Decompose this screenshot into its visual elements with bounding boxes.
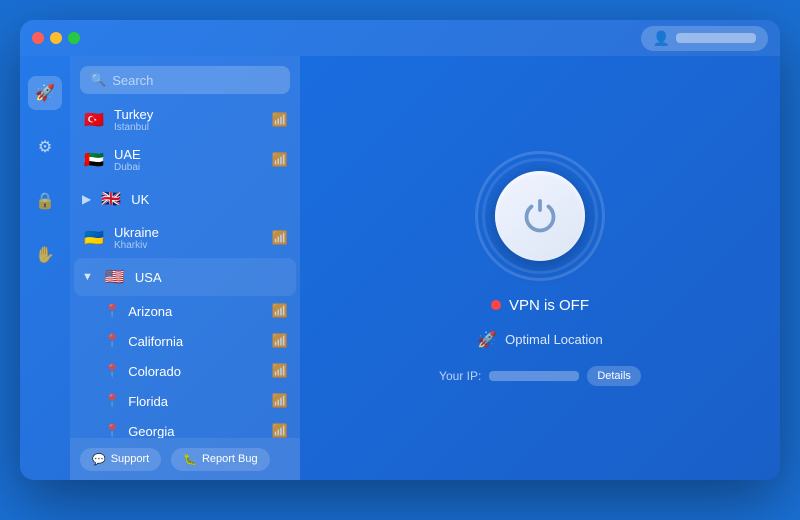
flag-uk: 🇬🇧 <box>99 187 123 211</box>
sidebar-item-adblocker[interactable]: ✋ <box>28 238 62 272</box>
location-item-georgia[interactable]: 📍 Georgia 📶 <box>74 416 296 438</box>
vpn-status-label: VPN is OFF <box>509 297 589 314</box>
report-bug-button[interactable]: 🐛 Report Bug <box>171 448 269 471</box>
signal-icon-california: 📶 <box>272 333 288 349</box>
user-badge[interactable]: 👤 <box>641 26 768 51</box>
flag-uae: 🇦🇪 <box>82 148 106 172</box>
pin-icon-georgia: 📍 <box>104 423 120 438</box>
location-item-colorado[interactable]: 📍 Colorado 📶 <box>74 356 296 386</box>
ip-label: Your IP: <box>439 369 481 383</box>
ip-address-masked <box>489 371 579 381</box>
pin-icon-arizona: 📍 <box>104 303 120 319</box>
signal-icon-ukraine: 📶 <box>272 230 288 246</box>
bug-icon: 🐛 <box>183 453 197 466</box>
sidebar-item-quick-connect[interactable]: 🚀 <box>28 76 62 110</box>
signal-icon-turkey: 📶 <box>272 112 288 128</box>
city-name-florida: Florida <box>128 394 264 409</box>
sidebar-item-settings[interactable]: ⚙ <box>28 130 62 164</box>
signal-icon-arizona: 📶 <box>272 303 288 319</box>
location-item-turkey[interactable]: 🇹🇷 Turkey Istanbul 📶 <box>74 100 296 140</box>
signal-icon-georgia: 📶 <box>272 423 288 438</box>
location-info-uae: UAE Dubai <box>114 147 264 173</box>
user-name-masked <box>676 33 756 43</box>
vpn-status: VPN is OFF <box>491 297 589 314</box>
city-name-colorado: Colorado <box>128 364 264 379</box>
location-item-usa[interactable]: ▼ 🇺🇸 USA <box>74 258 296 296</box>
optimal-location-label: Optimal Location <box>505 332 603 347</box>
flag-turkey: 🇹🇷 <box>82 108 106 132</box>
location-list: 🇹🇷 Turkey Istanbul 📶 🇦🇪 UAE Dubai 📶 <box>70 100 300 438</box>
traffic-lights <box>32 32 80 44</box>
support-icon: 💬 <box>92 453 106 466</box>
details-button[interactable]: Details <box>587 366 641 386</box>
search-bar: 🔍 <box>80 66 290 94</box>
close-button[interactable] <box>32 32 44 44</box>
location-item-uae[interactable]: 🇦🇪 UAE Dubai 📶 <box>74 140 296 180</box>
chevron-down-icon-usa: ▼ <box>82 271 93 283</box>
location-name-turkey: Turkey <box>114 107 264 122</box>
flag-ukraine: 🇺🇦 <box>82 226 106 250</box>
location-info-turkey: Turkey Istanbul <box>114 107 264 133</box>
location-item-ukraine[interactable]: 🇺🇦 Ukraine Kharkiv 📶 <box>74 218 296 258</box>
support-button[interactable]: 💬 Support <box>80 448 161 471</box>
location-sub-ukraine: Kharkiv <box>114 240 264 251</box>
support-label: Support <box>111 453 150 465</box>
app-body: 🚀 ⚙ 🔒 ✋ 🔍 🇹🇷 Turkey Istanbul <box>20 56 780 480</box>
ip-row: Your IP: Details <box>439 366 641 386</box>
location-name-uae: UAE <box>114 147 264 162</box>
pin-icon-florida: 📍 <box>104 393 120 409</box>
bottom-bar: 💬 Support 🐛 Report Bug <box>70 438 300 480</box>
minimize-button[interactable] <box>50 32 62 44</box>
location-name-uk: UK <box>131 192 288 207</box>
maximize-button[interactable] <box>68 32 80 44</box>
report-bug-label: Report Bug <box>202 453 258 465</box>
signal-icon-uae: 📶 <box>272 152 288 168</box>
right-panel: VPN is OFF 🚀 Optimal Location Your IP: D… <box>300 56 780 480</box>
rocket-icon-optimal: 🚀 <box>477 330 497 350</box>
power-ring <box>475 151 605 281</box>
city-name-california: California <box>128 334 264 349</box>
search-icon: 🔍 <box>90 72 106 88</box>
sidebar-item-privacy[interactable]: 🔒 <box>28 184 62 218</box>
location-item-uk[interactable]: ▶ 🇬🇧 UK <box>74 180 296 218</box>
search-input[interactable] <box>112 73 280 88</box>
chevron-right-icon-uk: ▶ <box>82 192 91 206</box>
power-button[interactable] <box>495 171 585 261</box>
location-sub-turkey: Istanbul <box>114 122 264 133</box>
location-name-ukraine: Ukraine <box>114 225 264 240</box>
location-sub-uae: Dubai <box>114 162 264 173</box>
sidebar-icons: 🚀 ⚙ 🔒 ✋ <box>20 56 70 480</box>
location-item-california[interactable]: 📍 California 📶 <box>74 326 296 356</box>
pin-icon-colorado: 📍 <box>104 363 120 379</box>
optimal-location[interactable]: 🚀 Optimal Location <box>477 330 602 350</box>
title-bar: 👤 <box>20 20 780 56</box>
location-name-usa: USA <box>135 270 288 285</box>
location-info-uk: UK <box>131 192 288 207</box>
city-name-arizona: Arizona <box>128 304 264 319</box>
city-name-georgia: Georgia <box>128 424 264 439</box>
app-window: 👤 🚀 ⚙ 🔒 ✋ 🔍 🇹🇷 T <box>20 20 780 480</box>
location-info-ukraine: Ukraine Kharkiv <box>114 225 264 251</box>
status-dot-off <box>491 300 501 310</box>
user-icon: 👤 <box>653 30 670 47</box>
pin-icon-california: 📍 <box>104 333 120 349</box>
location-item-arizona[interactable]: 📍 Arizona 📶 <box>74 296 296 326</box>
flag-usa: 🇺🇸 <box>103 265 127 289</box>
location-item-florida[interactable]: 📍 Florida 📶 <box>74 386 296 416</box>
signal-icon-florida: 📶 <box>272 393 288 409</box>
location-panel: 🔍 🇹🇷 Turkey Istanbul 📶 🇦🇪 <box>70 56 300 480</box>
signal-icon-colorado: 📶 <box>272 363 288 379</box>
